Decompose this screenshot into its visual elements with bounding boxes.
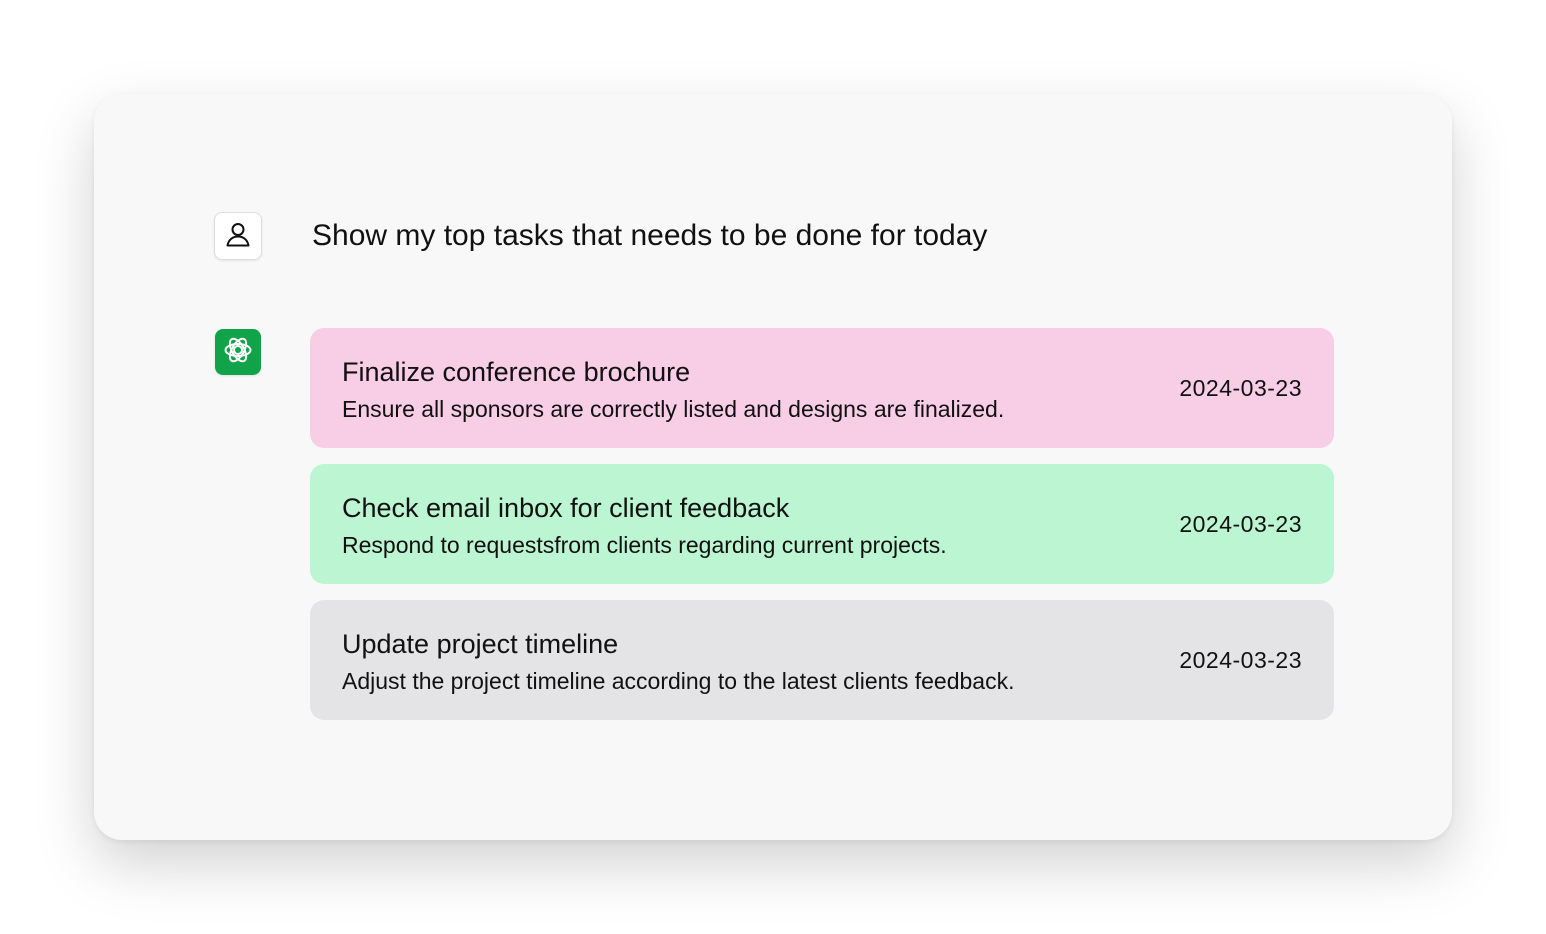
task-description: Respond to requestsfrom clients regardin…	[342, 532, 947, 558]
assistant-avatar	[215, 329, 261, 375]
task-title: Finalize conference brochure	[342, 357, 691, 387]
task-list: Finalize conference brochure Ensure all …	[310, 328, 1334, 736]
openai-logo-icon	[221, 333, 255, 372]
task-title: Check email inbox for client feedback	[342, 493, 790, 523]
person-outline-icon	[224, 220, 252, 253]
user-avatar	[214, 212, 262, 260]
task-card[interactable]: Update project timeline Adjust the proje…	[310, 600, 1334, 720]
task-card[interactable]: Finalize conference brochure Ensure all …	[310, 328, 1334, 448]
chat-window: Show my top tasks that needs to be done …	[94, 94, 1452, 840]
user-message: Show my top tasks that needs to be done …	[312, 219, 988, 252]
task-date: 2024-03-23	[1179, 511, 1302, 537]
task-date: 2024-03-23	[1179, 375, 1302, 401]
task-card[interactable]: Check email inbox for client feedback Re…	[310, 464, 1334, 584]
task-description: Ensure all sponsors are correctly listed…	[342, 396, 1005, 422]
task-title: Update project timeline	[342, 629, 619, 659]
task-description: Adjust the project timeline according to…	[342, 668, 1015, 694]
task-date: 2024-03-23	[1179, 647, 1302, 673]
